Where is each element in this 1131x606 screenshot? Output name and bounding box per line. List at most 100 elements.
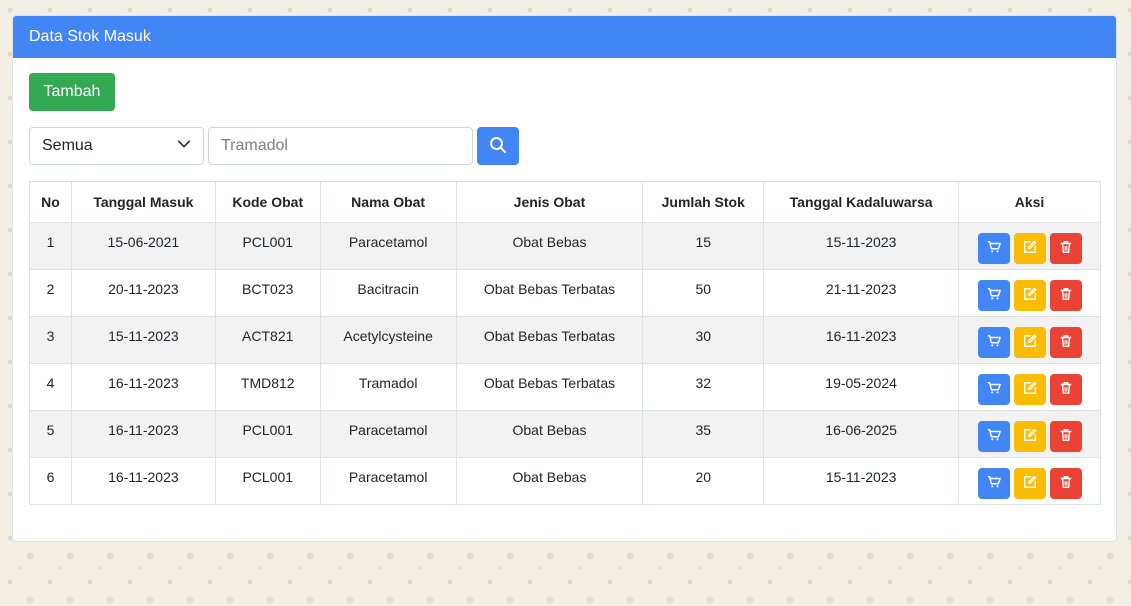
stock-in-card: Data Stok Masuk Tambah Semua No Tanggal … [12,15,1117,542]
cell-drug-type: Obat Bebas [455,457,644,505]
trash-icon [1059,475,1073,492]
add-button[interactable]: Tambah [29,73,115,111]
trash-icon [1059,334,1073,351]
cell-drug-name: Acetylcysteine [319,316,457,364]
cell-actions [958,316,1101,364]
cell-entry-date: 16-11-2023 [70,457,216,505]
cart-icon [987,287,1001,304]
cell-drug-code: ACT821 [214,316,321,364]
cart-icon [987,475,1001,492]
table-row: 3 15-11-2023 ACT821 Acetylcysteine Obat Beba… [29,316,1101,364]
trash-icon [1059,287,1073,304]
search-input[interactable] [208,127,473,165]
cell-stock-qty: 15 [642,222,765,270]
table-header-row: No Tanggal Masuk Kode Obat Nama Obat Jen… [29,181,1101,223]
edit-icon [1023,334,1037,351]
table-row: 5 16-11-2023 PCL001 Paracetamol Obat Bebas 35… [29,410,1101,458]
chevron-down-icon [177,137,191,156]
cart-icon [987,334,1001,351]
cell-actions [958,410,1101,458]
cell-stock-qty: 50 [642,269,765,317]
cell-no: 5 [29,410,72,458]
trash-icon [1059,381,1073,398]
cell-entry-date: 16-11-2023 [70,410,216,458]
table-row: 2 20-11-2023 BCT023 Bacitracin Obat Bebas Te… [29,269,1101,317]
table-row: 1 15-06-2021 PCL001 Paracetamol Obat Bebas 15… [29,222,1101,270]
edit-icon [1023,287,1037,304]
cell-entry-date: 15-11-2023 [70,316,216,364]
cell-expiry-date: 21-11-2023 [763,269,959,317]
stock-table: No Tanggal Masuk Kode Obat Nama Obat Jen… [29,181,1101,505]
cell-no: 3 [29,316,72,364]
cell-expiry-date: 16-06-2025 [763,410,959,458]
delete-button[interactable] [1049,233,1082,264]
cell-entry-date: 20-11-2023 [70,269,216,317]
cart-button[interactable] [977,280,1010,311]
cart-button[interactable] [977,233,1010,264]
header-drug-name: Nama Obat [319,181,457,223]
edit-icon [1023,428,1037,445]
header-drug-type: Jenis Obat [455,181,644,223]
cell-stock-qty: 20 [642,457,765,505]
edit-button[interactable] [1013,468,1046,499]
table-row: 4 16-11-2023 TMD812 Tramadol Obat Bebas Terb… [29,363,1101,411]
cart-button[interactable] [977,421,1010,452]
trash-icon [1059,428,1073,445]
filter-selected-value: Semua [42,137,93,154]
delete-button[interactable] [1049,421,1082,452]
search-icon [489,136,507,157]
delete-button[interactable] [1049,327,1082,358]
cart-button[interactable] [977,468,1010,499]
cell-drug-name: Bacitracin [319,269,457,317]
cell-expiry-date: 15-11-2023 [763,222,959,270]
table-row: 6 16-11-2023 PCL001 Paracetamol Obat Bebas 20… [29,457,1101,505]
search-button[interactable] [477,127,519,165]
delete-button[interactable] [1049,468,1082,499]
cell-actions [958,363,1101,411]
cell-actions [958,269,1101,317]
header-expiry-date: Tanggal Kadaluwarsa [763,181,959,223]
trash-icon [1059,240,1073,257]
cell-drug-name: Paracetamol [319,410,457,458]
cell-drug-type: Obat Bebas Terbatas [455,316,644,364]
type-filter-select[interactable]: Semua [29,127,204,165]
cell-drug-code: PCL001 [214,222,321,270]
cell-expiry-date: 19-05-2024 [763,363,959,411]
cart-icon [987,381,1001,398]
cart-icon [987,428,1001,445]
cell-expiry-date: 16-11-2023 [763,316,959,364]
cell-drug-type: Obat Bebas Terbatas [455,363,644,411]
cell-drug-type: Obat Bebas Terbatas [455,269,644,317]
edit-button[interactable] [1013,327,1046,358]
cell-no: 1 [29,222,72,270]
cart-icon [987,240,1001,257]
cell-drug-code: BCT023 [214,269,321,317]
cell-actions [958,457,1101,505]
cell-drug-name: Tramadol [319,363,457,411]
cell-no: 4 [29,363,72,411]
delete-button[interactable] [1049,374,1082,405]
cart-button[interactable] [977,327,1010,358]
cell-drug-code: PCL001 [214,410,321,458]
cell-drug-name: Paracetamol [319,457,457,505]
cell-drug-code: TMD812 [214,363,321,411]
edit-button[interactable] [1013,421,1046,452]
cell-entry-date: 16-11-2023 [70,363,216,411]
cell-drug-type: Obat Bebas [455,222,644,270]
delete-button[interactable] [1049,280,1082,311]
cell-actions [958,222,1101,270]
edit-icon [1023,240,1037,257]
edit-button[interactable] [1013,374,1046,405]
edit-button[interactable] [1013,280,1046,311]
edit-icon [1023,475,1037,492]
cart-button[interactable] [977,374,1010,405]
cell-drug-name: Paracetamol [319,222,457,270]
header-entry-date: Tanggal Masuk [70,181,216,223]
edit-icon [1023,381,1037,398]
cell-drug-type: Obat Bebas [455,410,644,458]
header-stock-qty: Jumlah Stok [642,181,765,223]
cell-drug-code: PCL001 [214,457,321,505]
header-no: No [29,181,72,223]
edit-button[interactable] [1013,233,1046,264]
cell-no: 2 [29,269,72,317]
